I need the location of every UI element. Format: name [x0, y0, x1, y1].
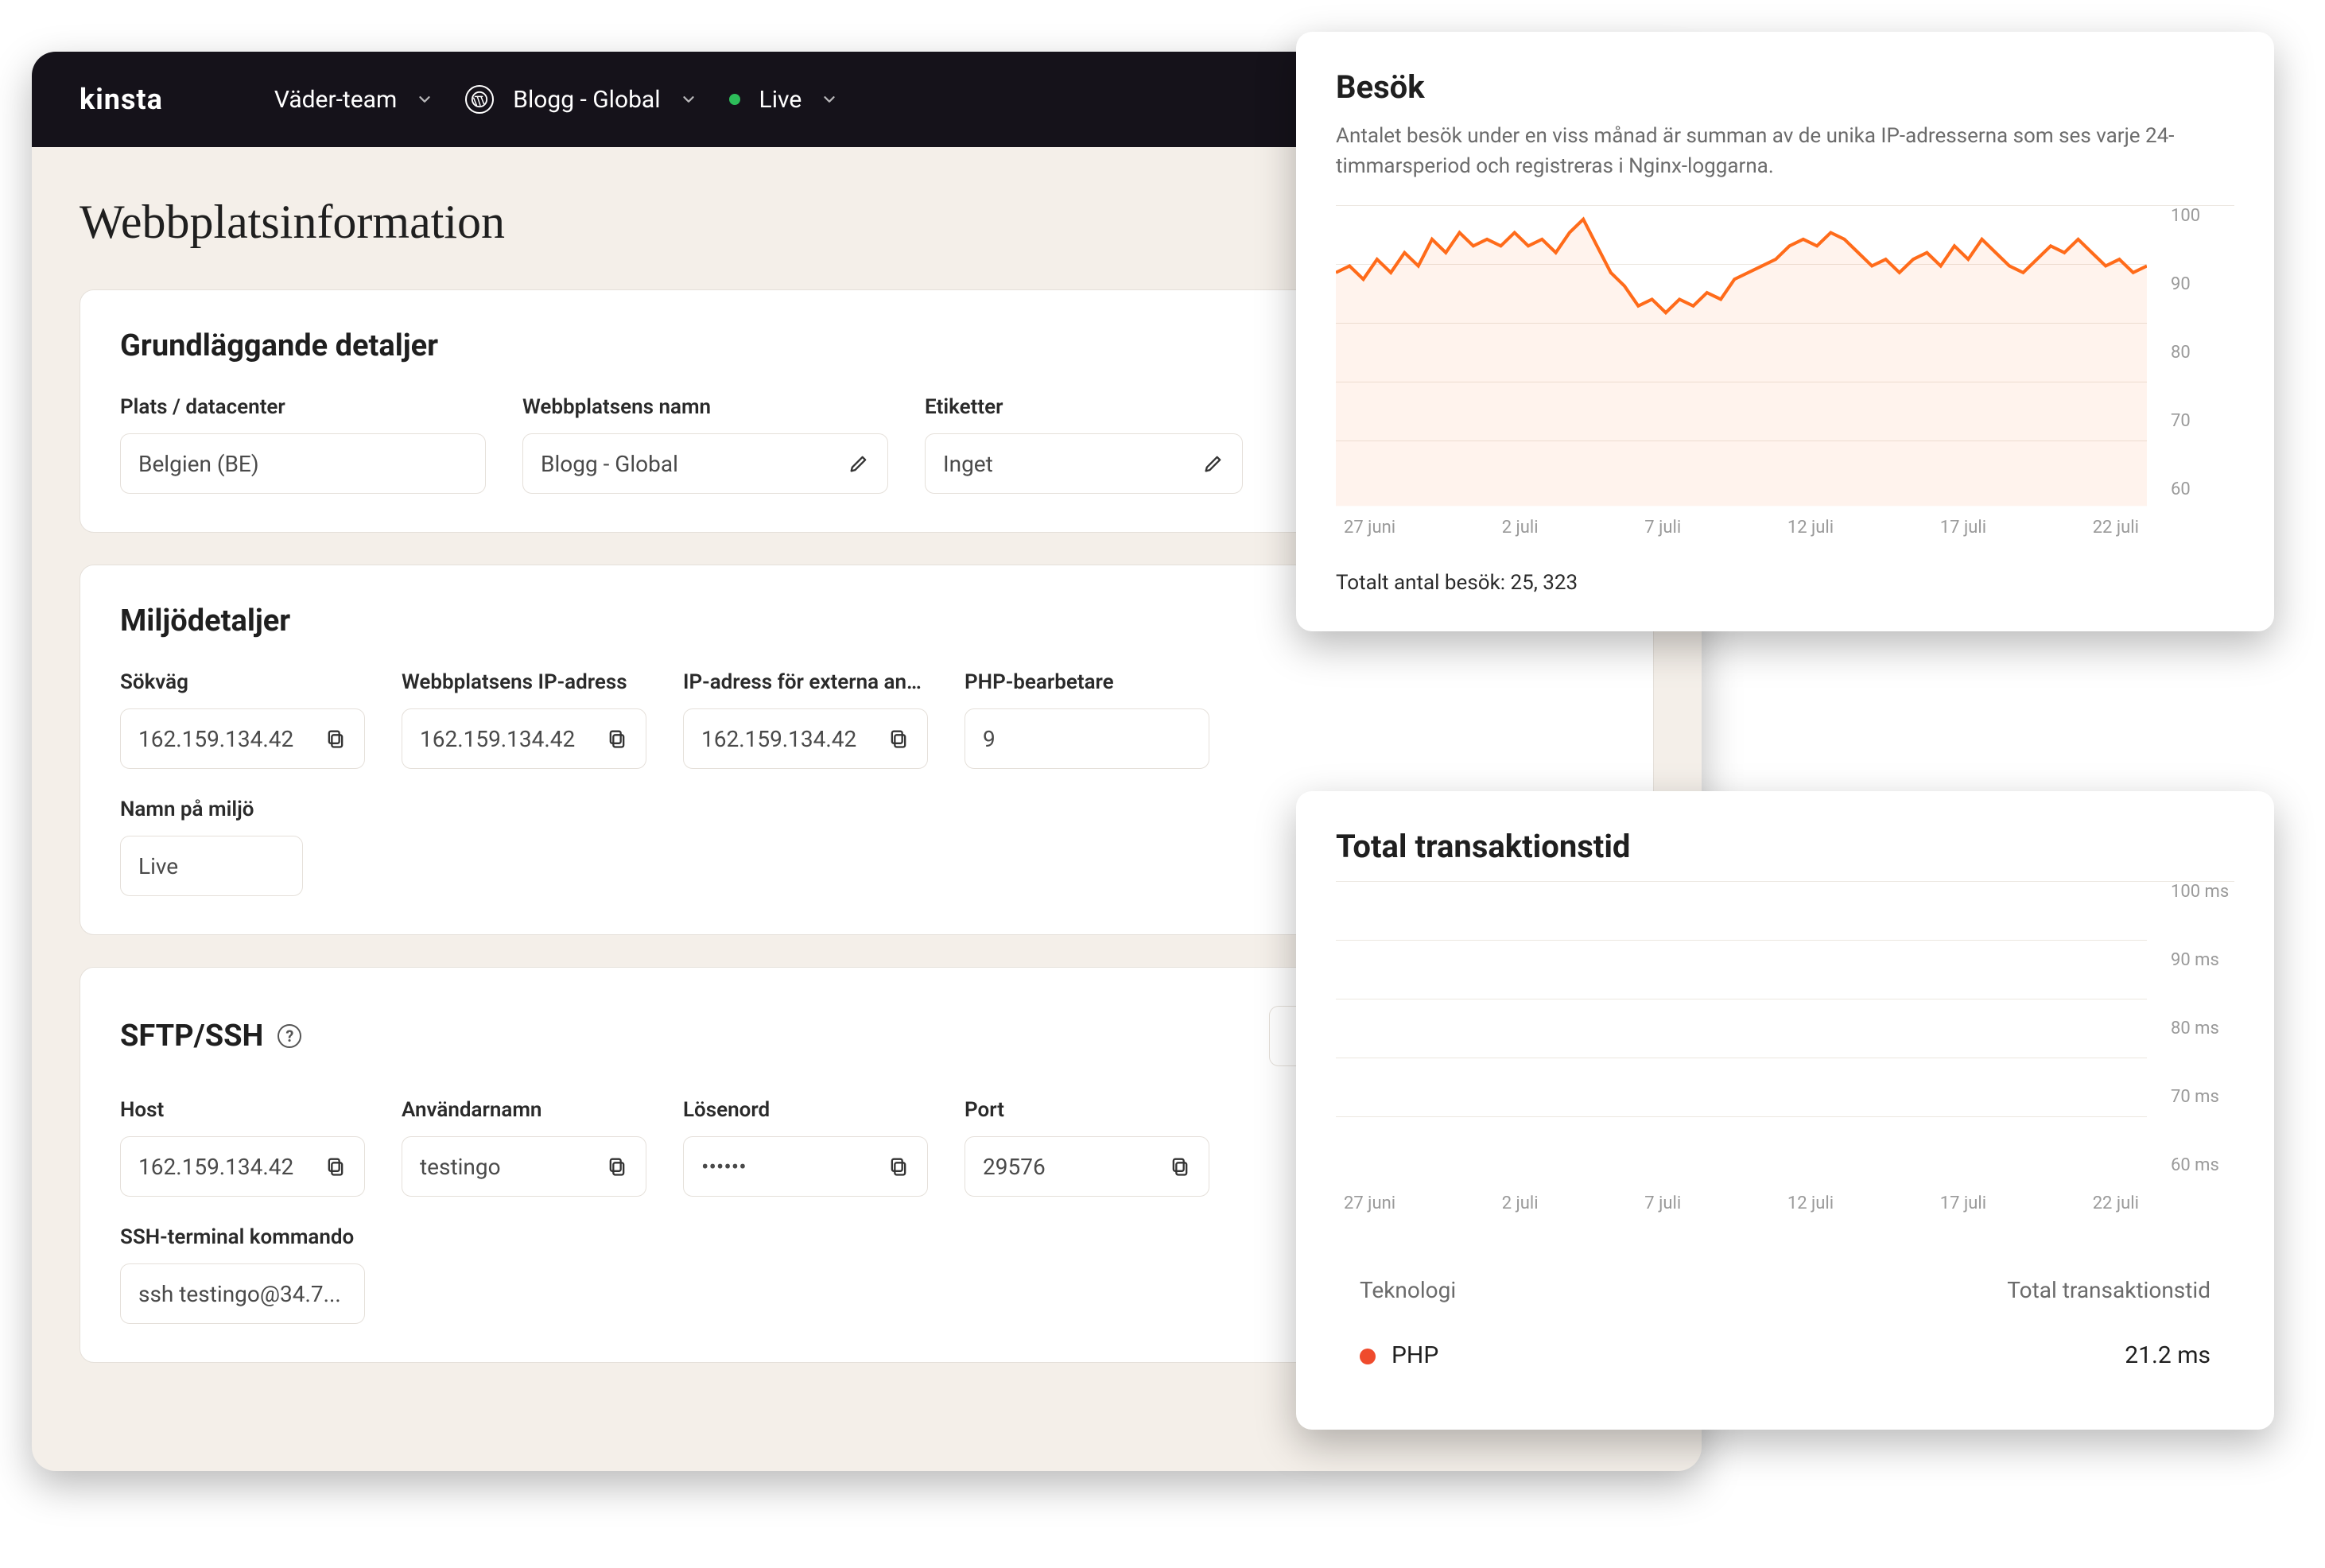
help-icon[interactable]: ?: [278, 1024, 301, 1048]
user-label: Användarnamn: [402, 1098, 646, 1122]
env-name-field-label: Namn på miljö: [120, 798, 303, 821]
user-field[interactable]: testingo: [402, 1136, 646, 1197]
copy-icon[interactable]: [606, 728, 628, 750]
ext-ip-field[interactable]: 162.159.134.42: [683, 708, 928, 769]
tags-field[interactable]: Inget: [925, 433, 1243, 494]
host-field[interactable]: 162.159.134.42: [120, 1136, 365, 1197]
port-label: Port: [965, 1098, 1209, 1122]
transaction-card: Total transaktionstid 100 ms90 ms80 ms70…: [1296, 791, 2274, 1430]
tech-table: Teknologi Total transaktionstid PHP21.2 …: [1336, 1263, 2234, 1393]
host-label: Host: [120, 1098, 365, 1122]
swatch-icon: [1360, 1349, 1376, 1364]
copy-icon[interactable]: [324, 728, 347, 750]
logo: kinsta: [80, 83, 163, 116]
time-header: Total transaktionstid: [2007, 1277, 2210, 1303]
visits-card: Besök Antalet besök under en viss månad …: [1296, 32, 2274, 631]
env-name: Live: [759, 86, 802, 114]
chevron-down-icon: [416, 91, 433, 108]
trans-chart: 100 ms90 ms80 ms70 ms60 ms 27 juni2 juli…: [1336, 881, 2234, 1223]
ext-ip-label: IP-adress för externa anslu: [683, 670, 928, 694]
path-label: Sökväg: [120, 670, 365, 694]
visits-total: Totalt antal besök: 25, 323: [1336, 571, 2234, 595]
copy-icon[interactable]: [887, 728, 910, 750]
site-name-label: Webbplatsens namn: [522, 395, 888, 419]
tech-row: PHP21.2 ms: [1336, 1318, 2234, 1393]
ssh-cmd-label: SSH-terminal kommando: [120, 1225, 365, 1249]
ip-label: Webbplatsens IP-adress: [402, 670, 646, 694]
site-name: Blogg - Global: [513, 86, 660, 114]
php-field: 9: [965, 708, 1209, 769]
copy-icon[interactable]: [887, 1155, 910, 1178]
copy-icon[interactable]: [606, 1155, 628, 1178]
env-name-field: Live: [120, 836, 303, 896]
path-field[interactable]: 162.159.134.42: [120, 708, 365, 769]
ssh-cmd-field[interactable]: ssh testingo@34.7...: [120, 1263, 365, 1324]
location-value: Belgien (BE): [120, 433, 486, 494]
copy-icon[interactable]: [324, 1155, 347, 1178]
team-name: Väder-team: [274, 86, 397, 114]
trans-title: Total transaktionstid: [1336, 828, 2234, 865]
pass-field[interactable]: ••••••: [683, 1136, 928, 1197]
edit-icon[interactable]: [848, 452, 870, 475]
tech-header: Teknologi: [1360, 1277, 1456, 1303]
sftp-heading: SFTP/SSH: [120, 1019, 263, 1054]
wordpress-icon: [465, 85, 494, 114]
visits-title: Besök: [1336, 68, 2234, 106]
chevron-down-icon: [680, 91, 697, 108]
location-label: Plats / datacenter: [120, 395, 486, 419]
ip-field[interactable]: 162.159.134.42: [402, 708, 646, 769]
port-field[interactable]: 29576: [965, 1136, 1209, 1197]
site-name-field[interactable]: Blogg - Global: [522, 433, 888, 494]
copy-icon[interactable]: [1169, 1155, 1191, 1178]
env-switcher[interactable]: Live: [729, 86, 839, 114]
visits-chart: 10090807060 27 juni2 juli7 juli12 juli17…: [1336, 205, 2234, 547]
status-dot-icon: [729, 94, 740, 105]
tags-label: Etiketter: [925, 395, 1243, 419]
visits-desc: Antalet besök under en viss månad är sum…: [1336, 122, 2234, 181]
chevron-down-icon: [821, 91, 838, 108]
edit-icon[interactable]: [1202, 452, 1225, 475]
team-switcher[interactable]: Väder-team: [274, 86, 433, 114]
site-switcher[interactable]: Blogg - Global: [465, 85, 697, 114]
php-label: PHP-bearbetare: [965, 670, 1209, 694]
pass-label: Lösenord: [683, 1098, 928, 1122]
